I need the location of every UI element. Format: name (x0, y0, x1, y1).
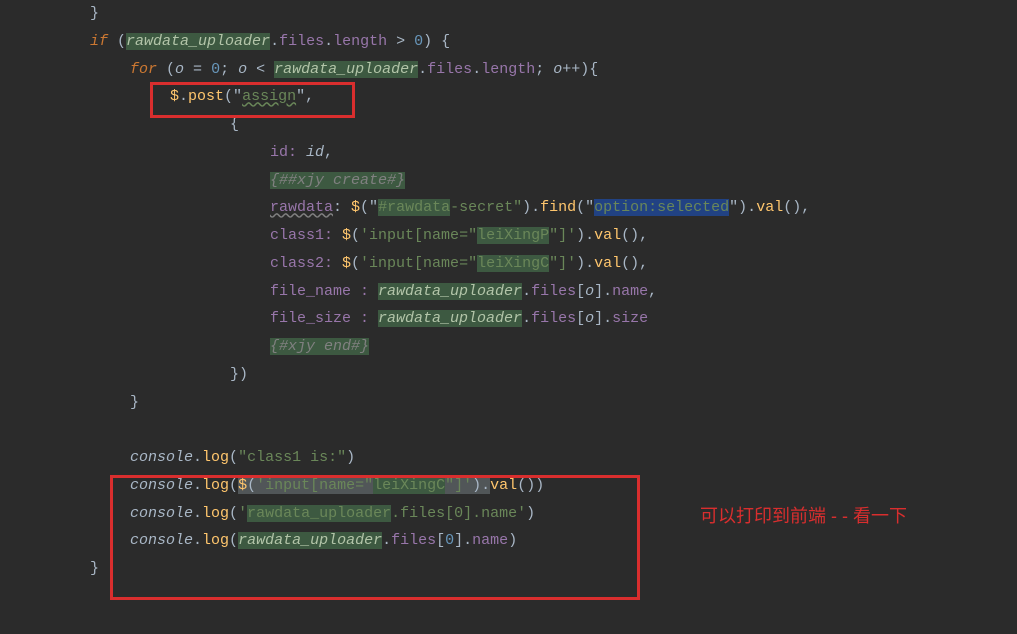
code-line[interactable]: id: id, (50, 139, 1017, 167)
var-rawdata-uploader: rawdata_uploader (126, 33, 270, 50)
brace: } (90, 5, 99, 22)
code-line[interactable]: $.post("assign", (50, 83, 1017, 111)
code-line[interactable]: for (o = 0; o < rawdata_uploader.files.l… (50, 56, 1017, 84)
code-line[interactable]: rawdata: $("#rawdata-secret").find("opti… (50, 194, 1017, 222)
keyword-if: if (90, 33, 108, 50)
url-assign: assign (242, 88, 296, 105)
code-line[interactable]: } (50, 389, 1017, 417)
code-line[interactable]: {##xjy create#} (50, 167, 1017, 195)
code-line[interactable]: class1: $('input[name="leiXingP"]').val(… (50, 222, 1017, 250)
code-line[interactable]: class2: $('input[name="leiXingC"]').val(… (50, 250, 1017, 278)
template-comment: {##xjy create#} (270, 172, 405, 189)
code-line[interactable]: console.log("class1 is:") (50, 444, 1017, 472)
code-line[interactable]: if (rawdata_uploader.files.length > 0) { (50, 28, 1017, 56)
selector-option-selected: option:selected (594, 199, 729, 216)
code-line[interactable]: file_size : rawdata_uploader.files[o].si… (50, 305, 1017, 333)
template-comment: {#xjy end#} (270, 338, 369, 355)
code-line-blank[interactable] (50, 416, 1017, 444)
code-editor[interactable]: } if (rawdata_uploader.files.length > 0)… (0, 0, 1017, 583)
jquery-dollar: $ (170, 88, 179, 105)
code-line[interactable]: } (50, 0, 1017, 28)
code-line[interactable]: {#xjy end#} (50, 333, 1017, 361)
code-line[interactable]: { (50, 111, 1017, 139)
console: console (130, 449, 193, 466)
code-line[interactable]: }) (50, 361, 1017, 389)
code-line[interactable]: file_name : rawdata_uploader.files[o].na… (50, 278, 1017, 306)
fn-post: post (188, 88, 224, 105)
keyword-for: for (130, 61, 157, 78)
annotation-text: 可以打印到前端 - - 看一下 (700, 500, 907, 533)
code-line[interactable]: console.log($('input[name="leiXingC"]').… (50, 472, 1017, 500)
code-line[interactable]: } (50, 555, 1017, 583)
